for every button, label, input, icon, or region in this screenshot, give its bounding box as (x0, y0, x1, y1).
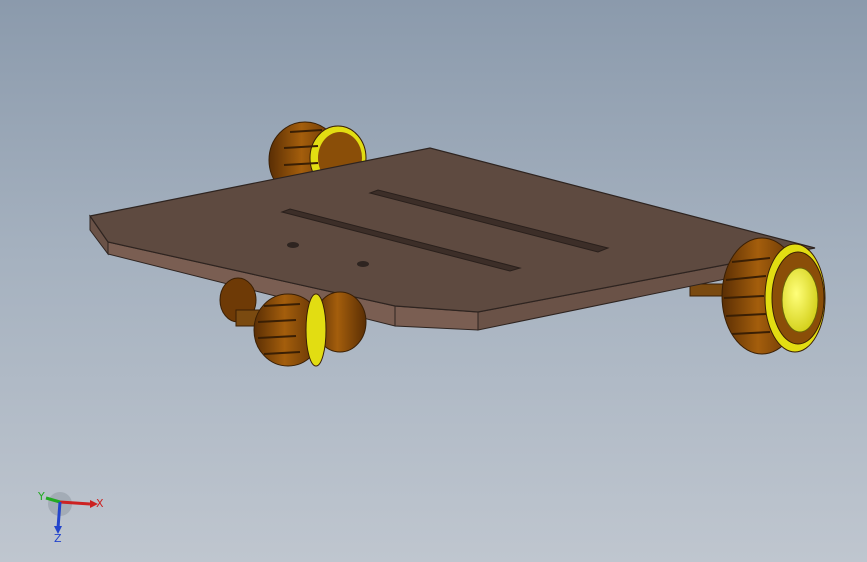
x-axis-label: X (96, 497, 104, 510)
wheel-front-right[interactable] (721, 237, 826, 355)
z-axis-arrow (56, 501, 62, 529)
wheel-hub (781, 267, 819, 333)
y-axis-label: Y (37, 490, 45, 503)
x-axis-arrow (59, 500, 91, 506)
mount-hole (287, 242, 299, 248)
wheel-front-left[interactable] (253, 293, 327, 367)
z-axis-label: Z (54, 532, 62, 545)
cad-viewport[interactable]: X Y Z (0, 0, 867, 562)
orientation-triad: X Y Z (37, 490, 104, 545)
robot-chassis-model[interactable] (0, 0, 867, 562)
base-plate[interactable] (88, 147, 816, 331)
mount-hole (357, 261, 369, 267)
